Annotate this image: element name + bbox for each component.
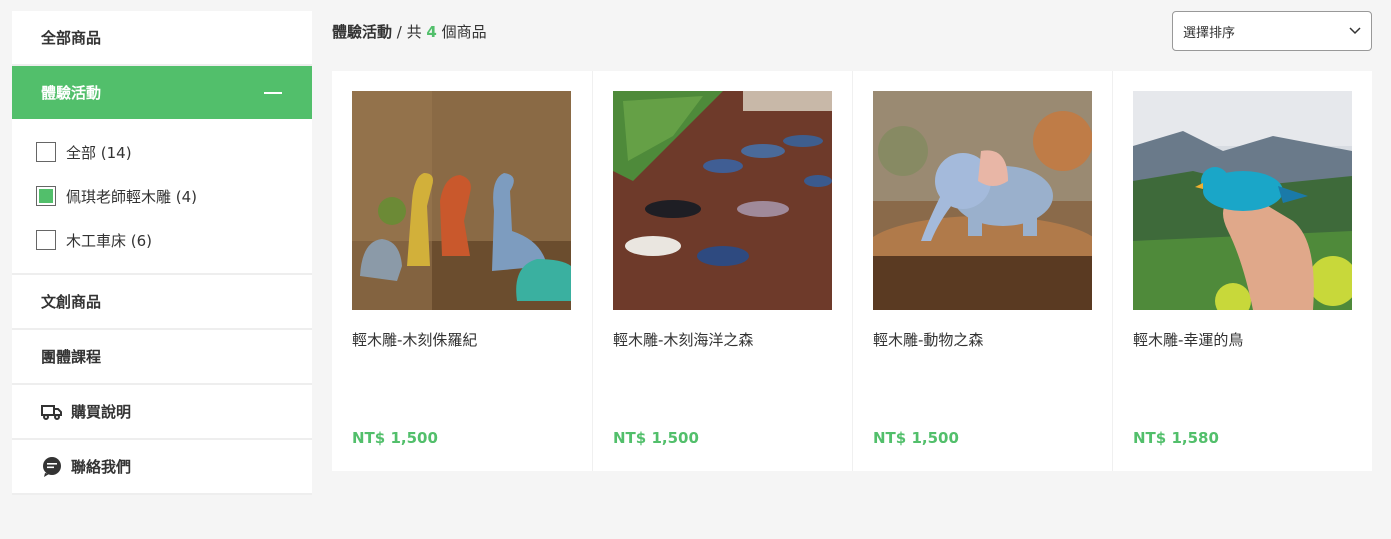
sidebar-item-group-course[interactable]: 團體課程 (12, 330, 312, 383)
sidebar: 全部商品 體驗活動 全部 (14) 佩琪老師輕木雕 (4) 木工車床 (6) 文… (12, 11, 312, 495)
product-price: NT$ 1,500 (613, 429, 699, 447)
filter-all[interactable]: 全部 (14) (12, 130, 312, 174)
minus-icon[interactable] (264, 91, 282, 94)
sidebar-block-purchase: 購買說明 (12, 385, 312, 440)
sidebar-block-cultural: 文創商品 (12, 275, 312, 330)
results-header: 體驗活動 / 共 4 個商品 選擇排序 (332, 11, 1372, 51)
sort-select-value: 選擇排序 (1183, 25, 1236, 41)
product-grid: 輕木雕-木刻侏羅紀 NT$ 1,500 輕木雕-木刻海洋之森 NT$ 1,500… (332, 71, 1372, 471)
product-image[interactable] (873, 91, 1092, 310)
category-filter-list: 全部 (14) 佩琪老師輕木雕 (4) 木工車床 (6) (12, 119, 312, 275)
sidebar-block-contact: 聯絡我們 (12, 440, 312, 495)
sidebar-item-label: 聯絡我們 (71, 458, 132, 476)
sort-select[interactable]: 選擇排序 (1172, 11, 1372, 51)
truck-icon (41, 401, 63, 423)
product-title[interactable]: 輕木雕-木刻侏羅紀 (352, 329, 572, 350)
sidebar-item-label: 體驗活動 (41, 84, 102, 102)
product-image[interactable] (1133, 91, 1352, 310)
breadcrumb: 體驗活動 / 共 4 個商品 (332, 21, 487, 42)
sidebar-block-all: 全部商品 (12, 11, 312, 66)
result-suffix: 個商品 (436, 22, 487, 41)
product-image[interactable] (352, 91, 571, 310)
product-title[interactable]: 輕木雕-幸運的鳥 (1133, 329, 1352, 350)
sidebar-item-all-products[interactable]: 全部商品 (12, 11, 312, 64)
filter-label: 全部 (14) (66, 143, 132, 162)
chat-icon (41, 456, 63, 478)
chevron-down-icon (1349, 24, 1361, 39)
product-title[interactable]: 輕木雕-木刻海洋之森 (613, 329, 832, 350)
product-card[interactable]: 輕木雕-木刻海洋之森 NT$ 1,500 (592, 71, 852, 471)
breadcrumb-separator: / 共 (392, 22, 427, 41)
checkbox[interactable] (36, 230, 56, 250)
product-price: NT$ 1,500 (873, 429, 959, 447)
product-image[interactable] (613, 91, 832, 310)
filter-label: 佩琪老師輕木雕 (4) (66, 187, 198, 206)
product-card[interactable]: 輕木雕-幸運的鳥 NT$ 1,580 (1112, 71, 1372, 471)
sidebar-item-purchase-info[interactable]: 購買說明 (12, 385, 312, 438)
sidebar-item-label: 團體課程 (41, 348, 102, 366)
checkbox[interactable] (36, 142, 56, 162)
product-price: NT$ 1,580 (1133, 429, 1219, 447)
product-card[interactable]: 輕木雕-木刻侏羅紀 NT$ 1,500 (332, 71, 592, 471)
filter-peggy-teacher[interactable]: 佩琪老師輕木雕 (4) (12, 174, 312, 218)
page: 全部商品 體驗活動 全部 (14) 佩琪老師輕木雕 (4) 木工車床 (6) 文… (0, 0, 1391, 539)
filter-label: 木工車床 (6) (66, 231, 153, 250)
sidebar-item-label: 全部商品 (41, 29, 102, 47)
sidebar-block-group: 團體課程 (12, 330, 312, 385)
product-card[interactable]: 輕木雕-動物之森 NT$ 1,500 (852, 71, 1112, 471)
sidebar-item-experience[interactable]: 體驗活動 (12, 66, 312, 119)
product-price: NT$ 1,500 (352, 429, 438, 447)
breadcrumb-category: 體驗活動 (332, 22, 393, 41)
product-title[interactable]: 輕木雕-動物之森 (873, 329, 1092, 350)
checkbox[interactable] (36, 186, 56, 206)
sidebar-item-label: 文創商品 (41, 293, 102, 311)
filter-wood-lathe[interactable]: 木工車床 (6) (12, 218, 312, 262)
sidebar-item-contact[interactable]: 聯絡我們 (12, 440, 312, 493)
sidebar-item-label: 購買說明 (71, 403, 132, 421)
result-count: 4 (426, 22, 437, 41)
sidebar-item-cultural[interactable]: 文創商品 (12, 275, 312, 328)
